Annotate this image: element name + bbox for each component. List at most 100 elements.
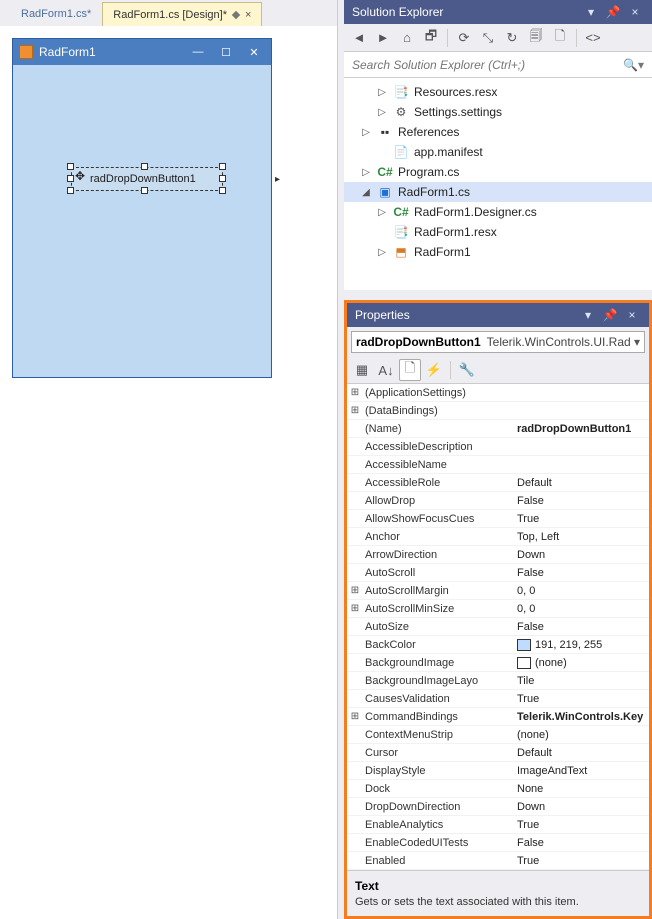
property-row[interactable]: BackgroundImage(none): [347, 654, 649, 672]
refresh-button[interactable]: ↻: [501, 27, 523, 49]
maximize-button[interactable]: ☐: [215, 43, 237, 61]
alphabetical-button[interactable]: A↓: [375, 359, 397, 381]
categorized-button[interactable]: ▦: [351, 359, 373, 381]
property-row[interactable]: EnabledTrue: [347, 852, 649, 870]
move-icon[interactable]: [75, 169, 87, 181]
property-row[interactable]: AutoSizeFalse: [347, 618, 649, 636]
property-row[interactable]: AccessibleDescription: [347, 438, 649, 456]
search-dropdown-icon[interactable]: ▾: [638, 58, 644, 72]
resize-handle[interactable]: [219, 163, 226, 170]
tree-item[interactable]: ▷C#RadForm1.Designer.cs: [344, 202, 652, 222]
expand-icon[interactable]: ⊞: [347, 711, 363, 722]
pin-icon[interactable]: [232, 10, 240, 18]
property-row[interactable]: AccessibleRoleDefault: [347, 474, 649, 492]
expand-icon[interactable]: ▷: [360, 167, 372, 178]
tab-radform-cs[interactable]: RadForm1.cs*: [10, 2, 102, 26]
solution-explorer-search[interactable]: 🔍 ▾: [344, 52, 652, 78]
designer-form[interactable]: RadForm1 — ☐ ✕ radDropDownButton1: [12, 38, 272, 378]
property-row[interactable]: AutoScrollFalse: [347, 564, 649, 582]
resize-handle[interactable]: [141, 163, 148, 170]
sync-button[interactable]: 🗗: [420, 27, 442, 49]
tree-item[interactable]: ▷⚙Settings.settings: [344, 102, 652, 122]
expand-icon[interactable]: ⊞: [347, 603, 363, 614]
property-row[interactable]: ⊞AutoScrollMinSize0, 0: [347, 600, 649, 618]
scope-button[interactable]: ⟳: [453, 27, 475, 49]
form-titlebar[interactable]: RadForm1 — ☐ ✕: [13, 39, 271, 65]
property-row[interactable]: EnableAnalyticsTrue: [347, 816, 649, 834]
expand-icon[interactable]: ◢: [360, 187, 372, 198]
form-client-area[interactable]: radDropDownButton1: [13, 65, 271, 377]
expand-icon[interactable]: ▷: [360, 127, 372, 138]
close-button[interactable]: ✕: [243, 43, 265, 61]
designer-surface[interactable]: RadForm1 — ☐ ✕ radDropDownButton1: [0, 26, 337, 919]
back-button[interactable]: ◄: [348, 27, 370, 49]
preview-button[interactable]: 🗋: [549, 27, 571, 49]
property-row[interactable]: (Name)radDropDownButton1: [347, 420, 649, 438]
object-selector[interactable]: radDropDownButton1 Telerik.WinControls.U…: [351, 331, 645, 353]
solution-tree[interactable]: ▷📑Resources.resx▷⚙Settings.settings▷▪▪Re…: [344, 78, 652, 290]
tree-item[interactable]: ▷📑Resources.resx: [344, 82, 652, 102]
property-pages-button[interactable]: 🔧: [456, 359, 478, 381]
close-icon[interactable]: ×: [623, 306, 641, 324]
search-icon[interactable]: 🔍: [623, 58, 638, 72]
home-button[interactable]: ⌂: [396, 27, 418, 49]
property-row[interactable]: ContextMenuStrip(none): [347, 726, 649, 744]
collapse-button[interactable]: ⤡: [477, 27, 499, 49]
code-view-button[interactable]: <>: [582, 27, 604, 49]
expand-icon[interactable]: ▷: [376, 247, 388, 258]
property-row[interactable]: ⊞AutoScrollMargin0, 0: [347, 582, 649, 600]
property-row[interactable]: DropDownDirectionDown: [347, 798, 649, 816]
search-input[interactable]: [352, 58, 623, 72]
tree-item[interactable]: ◢▣RadForm1.cs: [344, 182, 652, 202]
show-all-button[interactable]: 🗐: [525, 27, 547, 49]
expand-icon[interactable]: ⊞: [347, 405, 363, 416]
close-icon[interactable]: ×: [245, 9, 251, 21]
pin-icon[interactable]: 📌: [604, 3, 622, 21]
tab-radform-design[interactable]: RadForm1.cs [Design]* ×: [102, 2, 262, 26]
tree-item[interactable]: ▷▪▪References: [344, 122, 652, 142]
expand-icon[interactable]: ▷: [376, 87, 388, 98]
property-row[interactable]: DisplayStyleImageAndText: [347, 762, 649, 780]
expand-icon[interactable]: ▷: [376, 207, 388, 218]
forward-button[interactable]: ►: [372, 27, 394, 49]
expand-icon[interactable]: ⊞: [347, 387, 363, 398]
chevron-down-icon[interactable]: ▾: [634, 335, 640, 349]
resize-handle[interactable]: [67, 187, 74, 194]
tree-item[interactable]: ▷⬒RadForm1: [344, 242, 652, 262]
property-row[interactable]: BackgroundImageLayoTile: [347, 672, 649, 690]
resize-handle[interactable]: [67, 175, 74, 182]
horizontal-splitter[interactable]: [344, 290, 652, 294]
expand-icon[interactable]: ▷: [376, 107, 388, 118]
properties-button[interactable]: 🗋: [399, 359, 421, 381]
pin-icon[interactable]: 📌: [601, 306, 619, 324]
dropdown-icon[interactable]: ▾: [582, 3, 600, 21]
resize-handle[interactable]: [219, 187, 226, 194]
property-row[interactable]: ArrowDirectionDown: [347, 546, 649, 564]
property-row[interactable]: ⊞(ApplicationSettings): [347, 384, 649, 402]
property-row[interactable]: EnableCodedUITestsFalse: [347, 834, 649, 852]
expand-icon[interactable]: ⊞: [347, 585, 363, 596]
events-button[interactable]: ⚡: [423, 359, 445, 381]
property-value: True: [517, 855, 539, 867]
close-icon[interactable]: ×: [626, 3, 644, 21]
resize-handle[interactable]: [219, 175, 226, 182]
property-row[interactable]: AllowShowFocusCuesTrue: [347, 510, 649, 528]
resize-handle[interactable]: [67, 163, 74, 170]
property-row[interactable]: AccessibleName: [347, 456, 649, 474]
property-row[interactable]: CausesValidationTrue: [347, 690, 649, 708]
property-grid[interactable]: ⊞(ApplicationSettings)⊞(DataBindings)(Na…: [347, 383, 649, 870]
property-row[interactable]: ⊞(DataBindings): [347, 402, 649, 420]
property-row[interactable]: DockNone: [347, 780, 649, 798]
property-row[interactable]: BackColor191, 219, 255: [347, 636, 649, 654]
tree-item[interactable]: 📄app.manifest: [344, 142, 652, 162]
smart-tag-arrow-icon[interactable]: [275, 171, 285, 181]
tree-item[interactable]: 📑RadForm1.resx: [344, 222, 652, 242]
dropdown-icon[interactable]: ▾: [579, 306, 597, 324]
tree-item[interactable]: ▷C#Program.cs: [344, 162, 652, 182]
property-row[interactable]: ⊞CommandBindingsTelerik.WinControls.Key: [347, 708, 649, 726]
minimize-button[interactable]: —: [187, 43, 209, 61]
resize-handle[interactable]: [141, 187, 148, 194]
property-row[interactable]: AnchorTop, Left: [347, 528, 649, 546]
property-row[interactable]: CursorDefault: [347, 744, 649, 762]
property-row[interactable]: AllowDropFalse: [347, 492, 649, 510]
